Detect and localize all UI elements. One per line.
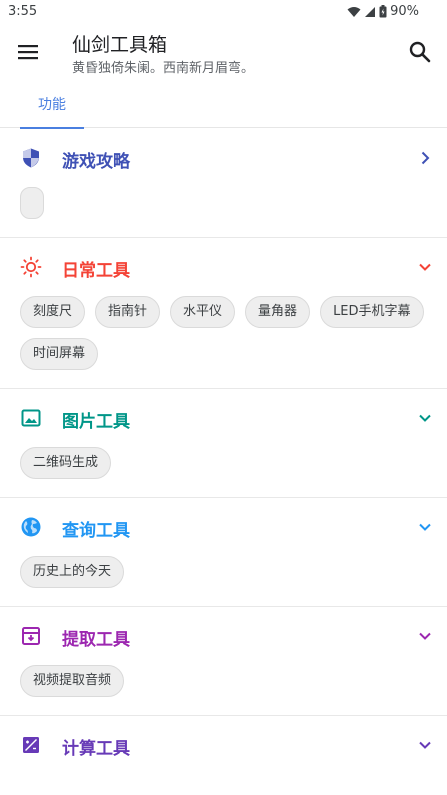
search-button[interactable] bbox=[407, 39, 433, 65]
chip-time-screen[interactable]: 时间屏幕 bbox=[20, 338, 99, 370]
section-title: 图片工具 bbox=[62, 412, 130, 432]
app-bar: 仙剑工具箱 黄昏独倚朱阑。西南新月眉弯。 bbox=[0, 24, 447, 80]
sun-icon bbox=[20, 256, 42, 278]
chip-list bbox=[0, 187, 447, 237]
section-title: 游戏攻略 bbox=[62, 152, 130, 172]
section-daily-tools: 日常工具 刻度尺 指南针 水平仪 量角器 LED手机字幕 时间屏幕 bbox=[0, 238, 447, 389]
search-icon bbox=[409, 41, 431, 63]
chevron-down-icon[interactable] bbox=[417, 259, 433, 275]
section-query-tools: 查询工具 历史上的今天 bbox=[0, 498, 447, 607]
chip-qrcode[interactable]: 二维码生成 bbox=[20, 447, 112, 479]
app-subtitle: 黄昏独倚朱阑。西南新月眉弯。 bbox=[72, 61, 255, 76]
app-title: 仙剑工具箱 bbox=[72, 34, 168, 56]
section-title: 日常工具 bbox=[62, 261, 130, 281]
chip-protractor[interactable]: 量角器 bbox=[245, 296, 311, 328]
section-title: 查询工具 bbox=[62, 521, 130, 541]
battery-icon bbox=[379, 5, 387, 18]
image-icon bbox=[21, 409, 41, 427]
menu-icon bbox=[18, 45, 38, 60]
section-title: 提取工具 bbox=[62, 630, 130, 650]
status-bar: 3:55 90% bbox=[0, 0, 447, 24]
calculator-icon bbox=[23, 737, 39, 753]
chip-list: 刻度尺 指南针 水平仪 量角器 LED手机字幕 时间屏幕 bbox=[0, 296, 447, 388]
section-game-guides: 游戏攻略 bbox=[0, 129, 447, 238]
status-icons: 90% bbox=[347, 4, 419, 19]
chip-video-audio[interactable]: 视频提取音频 bbox=[20, 665, 125, 697]
chevron-down-icon[interactable] bbox=[417, 410, 433, 426]
empty-chip[interactable] bbox=[20, 187, 44, 219]
wifi-icon bbox=[347, 6, 361, 17]
tab-features[interactable]: 功能 bbox=[20, 80, 84, 129]
tool-sections: 游戏攻略 日常工具 刻度尺 指南针 水平仪 量角器 LED手机字幕 时间屏幕 图… bbox=[0, 129, 447, 774]
chip-level[interactable]: 水平仪 bbox=[170, 296, 236, 328]
chevron-down-icon[interactable] bbox=[417, 519, 433, 535]
section-header[interactable]: 游戏攻略 bbox=[0, 129, 447, 187]
battery-level: 90% bbox=[390, 4, 419, 19]
section-image-tools: 图片工具 二维码生成 bbox=[0, 389, 447, 498]
section-header[interactable]: 查询工具 bbox=[0, 498, 447, 556]
chevron-down-icon[interactable] bbox=[417, 628, 433, 644]
tab-label: 功能 bbox=[38, 97, 66, 113]
menu-button[interactable] bbox=[14, 38, 42, 66]
chevron-down-icon[interactable] bbox=[417, 737, 433, 753]
section-header[interactable]: 提取工具 bbox=[0, 607, 447, 665]
chip-list: 历史上的今天 bbox=[0, 556, 447, 606]
chip-led-subtitle[interactable]: LED手机字幕 bbox=[320, 296, 424, 328]
section-header[interactable]: 图片工具 bbox=[0, 389, 447, 447]
status-time: 3:55 bbox=[8, 4, 38, 19]
shield-icon bbox=[23, 148, 39, 168]
signal-icon bbox=[365, 6, 376, 17]
section-header[interactable]: 日常工具 bbox=[0, 238, 447, 296]
section-title: 计算工具 bbox=[62, 739, 130, 759]
globe-icon bbox=[21, 517, 41, 537]
chip-ruler[interactable]: 刻度尺 bbox=[20, 296, 86, 328]
section-calc-tools: 计算工具 bbox=[0, 716, 447, 774]
section-extract-tools: 提取工具 视频提取音频 bbox=[0, 607, 447, 716]
section-header[interactable]: 计算工具 bbox=[0, 716, 447, 774]
tab-bar: 功能 bbox=[0, 80, 447, 129]
chip-list: 二维码生成 bbox=[0, 447, 447, 497]
chip-history-today[interactable]: 历史上的今天 bbox=[20, 556, 125, 588]
chip-list: 视频提取音频 bbox=[0, 665, 447, 715]
chip-compass[interactable]: 指南针 bbox=[95, 296, 161, 328]
chevron-right-icon[interactable] bbox=[417, 150, 433, 166]
archive-icon bbox=[22, 627, 40, 645]
